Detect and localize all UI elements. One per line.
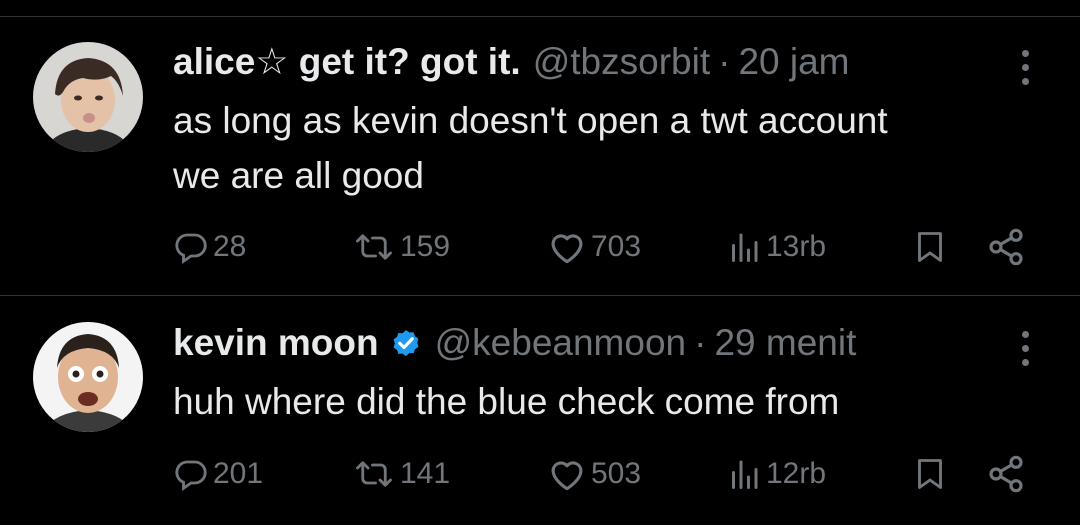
heart-icon	[551, 461, 583, 491]
retweet-count: 159	[400, 230, 451, 263]
tweet-header: alice☆ get it? got it. @tbzsorbit · 20 j…	[173, 39, 850, 85]
retweet-icon	[356, 461, 392, 487]
verified-badge-icon[interactable]	[389, 326, 423, 360]
like-count: 703	[591, 230, 642, 263]
avatar[interactable]	[33, 322, 143, 432]
display-name[interactable]: kevin moon	[173, 320, 379, 366]
tweet-text: huh where did the blue check come from	[173, 374, 1033, 429]
more-options-icon[interactable]	[1010, 45, 1040, 89]
like-button[interactable]: 503	[547, 452, 641, 496]
tweet-text-line: we are all good	[173, 155, 424, 196]
bookmark-button[interactable]	[912, 225, 948, 269]
top-divider	[0, 0, 1080, 17]
avatar[interactable]	[33, 42, 143, 152]
share-button[interactable]	[986, 452, 1026, 496]
share-icon	[989, 228, 1023, 266]
action-bar: 201 141 503 12rb	[0, 452, 1080, 496]
more-options-icon[interactable]	[1010, 326, 1040, 370]
tweet-header: kevin moon @kebeanmoon · 29 menit	[173, 320, 856, 366]
bookmark-icon	[918, 459, 942, 489]
tweet[interactable]: kevin moon @kebeanmoon · 29 menit huh wh…	[0, 296, 1080, 525]
retweet-button[interactable]: 159	[352, 225, 450, 269]
retweet-icon	[356, 234, 392, 260]
handle[interactable]: @kebeanmoon	[435, 320, 687, 366]
timestamp[interactable]: 29 menit	[714, 320, 856, 366]
like-count: 503	[591, 457, 642, 490]
handle[interactable]: @tbzsorbit	[533, 39, 710, 85]
bookmark-button[interactable]	[912, 452, 948, 496]
share-icon	[989, 455, 1023, 493]
like-button[interactable]: 703	[547, 225, 641, 269]
views-count: 12rb	[766, 457, 827, 490]
views-button[interactable]: 12rb	[726, 452, 826, 496]
views-chart-icon	[732, 233, 758, 262]
reply-button[interactable]: 201	[173, 452, 263, 496]
reply-icon	[175, 233, 207, 264]
tweet-text-line: as long as kevin doesn't open a twt acco…	[173, 100, 888, 141]
retweet-button[interactable]: 141	[352, 452, 450, 496]
views-count: 13rb	[766, 230, 827, 263]
share-button[interactable]	[986, 225, 1026, 269]
timestamp[interactable]: 20 jam	[738, 39, 849, 85]
separator: ·	[718, 41, 731, 82]
tweet-text: as long as kevin doesn't open a twt acco…	[173, 93, 1033, 203]
separator: ·	[694, 322, 707, 363]
retweet-count: 141	[400, 457, 451, 490]
views-button[interactable]: 13rb	[726, 225, 826, 269]
reply-button[interactable]: 28	[173, 225, 246, 269]
heart-icon	[551, 234, 583, 264]
reply-count: 201	[213, 457, 264, 490]
views-chart-icon	[732, 460, 758, 489]
reply-count: 28	[213, 230, 247, 263]
action-bar: 28 159 703 13rb	[0, 225, 1080, 269]
bookmark-icon	[918, 232, 942, 262]
display-name[interactable]: alice☆ get it? got it.	[173, 39, 521, 85]
reply-icon	[175, 460, 207, 491]
tweet[interactable]: alice☆ get it? got it. @tbzsorbit · 20 j…	[0, 17, 1080, 296]
tweet-text-line: huh where did the blue check come from	[173, 381, 840, 422]
